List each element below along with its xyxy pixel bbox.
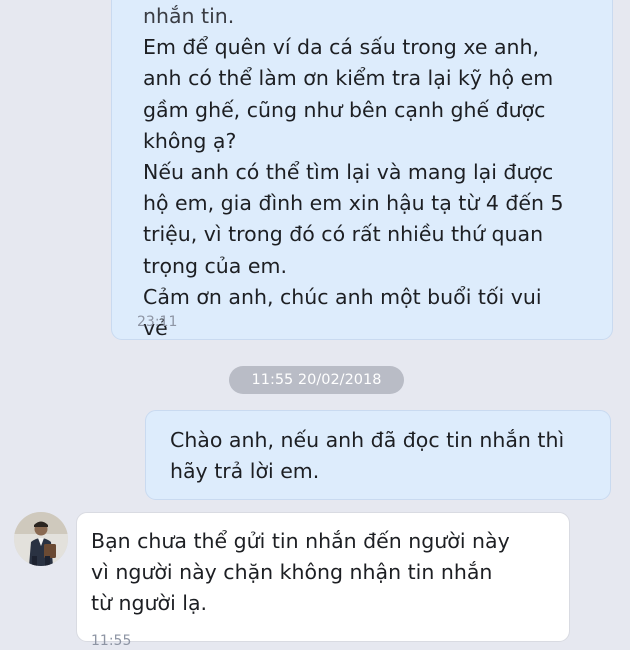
message-text-line: Em để quên ví da cá sấu trong xe anh,: [143, 35, 540, 60]
message-text-line: từ người lạ.: [91, 591, 208, 616]
message-text-line: hộ em, gia đình em xin hậu tạ từ 4 đến 5: [143, 191, 564, 216]
message-text-line: vì người này chặn không nhận tin nhắn: [91, 560, 493, 585]
message-timestamp: 23:11: [137, 314, 178, 330]
message-text-line: không ạ?: [143, 128, 237, 153]
chat-conversation: nhắn tin. Em để quên ví da cá sấu trong …: [0, 0, 630, 649]
message-text-line: Cảm ơn anh, chúc anh một buổi tối vui: [143, 284, 542, 309]
avatar[interactable]: [14, 512, 68, 566]
user-avatar-icon: [14, 512, 68, 566]
incoming-message-bubble[interactable]: Bạn chưa thể gửi tin nhắn đến người này …: [76, 512, 570, 649]
message-text-line: vẻ: [143, 316, 168, 341]
message-timestamp: 11:55: [91, 633, 132, 649]
outgoing-message-bubble[interactable]: nhắn tin. Em để quên ví da cá sấu trong …: [111, 0, 613, 340]
message-text-line: nhắn tin.: [143, 4, 235, 28]
message-text-line: trọng của em.: [143, 253, 287, 278]
message-text-line: triệu, vì trong đó có rất nhiều thứ quan: [143, 222, 544, 247]
message-text-line: Nếu anh có thể tìm lại và mang lại được: [143, 160, 554, 185]
message-text-line: hãy trả lời em.: [170, 459, 320, 484]
message-text-line: anh có thể làm ơn kiểm tra lại kỹ hộ em: [143, 66, 554, 91]
outgoing-message-bubble[interactable]: Chào anh, nếu anh đã đọc tin nhắn thì hã…: [145, 410, 611, 500]
message-text-line: Chào anh, nếu anh đã đọc tin nhắn thì: [170, 428, 565, 452]
message-text-line: gầm ghế, cũng như bên cạnh ghế được: [143, 97, 546, 122]
message-text-line: Bạn chưa thể gửi tin nhắn đến người này: [91, 529, 510, 553]
date-separator: 11:55 20/02/2018: [229, 366, 404, 394]
